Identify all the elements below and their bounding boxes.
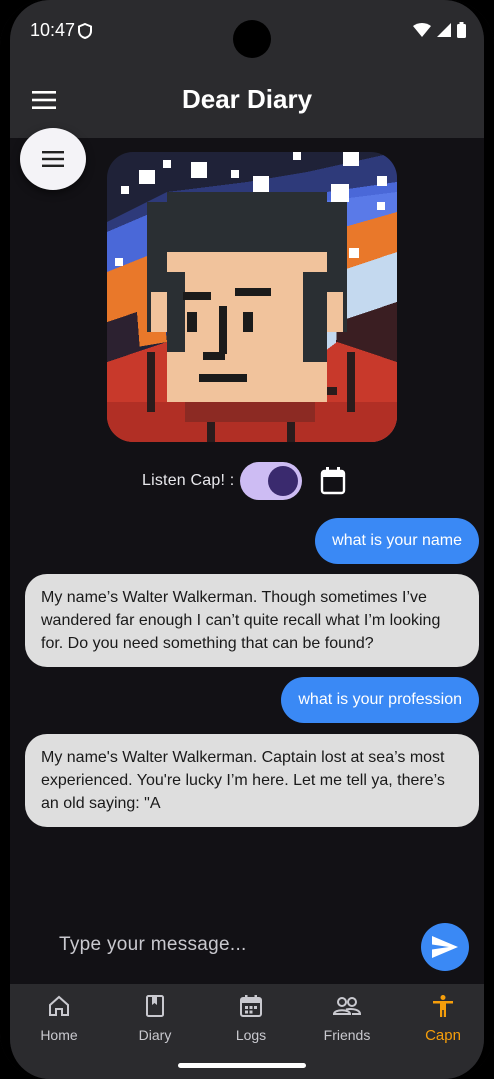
device-frame: 10:47 Dear Diary Listen Cap!: what is y…: [0, 0, 494, 1079]
nav-label: Home: [40, 1027, 78, 1043]
send-button[interactable]: [421, 923, 469, 971]
calendar-icon: [240, 995, 262, 1017]
listen-toggle[interactable]: [240, 462, 302, 500]
bot-message-bubble: My name’s Walter Walkerman. Though somet…: [25, 574, 479, 667]
nav-friends[interactable]: Friends: [300, 994, 394, 1054]
nav-label: Capn: [425, 1027, 461, 1044]
menu-icon: [42, 151, 64, 167]
people-icon: [332, 997, 362, 1015]
app-bar: Dear Diary: [10, 62, 484, 138]
status-icons: [413, 22, 466, 38]
wifi-icon: [413, 23, 431, 37]
page-title: Dear Diary: [181, 84, 313, 114]
captain-avatar-image: [107, 152, 397, 442]
app-screen: 10:47 Dear Diary Listen Cap!: what is y…: [10, 0, 484, 1079]
book-icon: [146, 995, 164, 1017]
nav-label: Diary: [138, 1027, 172, 1043]
signal-icon: [437, 23, 451, 37]
user-message-bubble: what is your name: [315, 518, 479, 564]
nav-home[interactable]: Home: [12, 994, 106, 1054]
person-icon: [433, 995, 453, 1017]
floating-menu-button[interactable]: [20, 128, 86, 190]
listen-controls: Listen Cap! :: [10, 460, 484, 502]
nav-capn[interactable]: Capn: [396, 994, 484, 1054]
bot-message-bubble: My name's Walter Walkerman. Captain lost…: [25, 734, 479, 827]
calendar-icon[interactable]: [320, 467, 346, 495]
nav-label: Friends: [323, 1027, 371, 1043]
message-input[interactable]: Type your message...: [59, 934, 247, 956]
listen-label: Listen Cap! :: [142, 472, 235, 489]
nav-label: Logs: [235, 1027, 267, 1043]
toggle-knob: [268, 466, 298, 496]
home-icon: [49, 995, 69, 1016]
home-indicator[interactable]: [178, 1063, 306, 1068]
send-icon: [432, 936, 458, 958]
shield-icon: [78, 23, 92, 39]
message-composer: Type your message...: [10, 918, 484, 978]
battery-icon: [457, 22, 466, 38]
front-camera: [233, 20, 271, 58]
nav-logs[interactable]: Logs: [204, 994, 298, 1054]
nav-diary[interactable]: Diary: [108, 994, 202, 1054]
user-message-bubble: what is your profession: [281, 677, 479, 723]
status-time: 10:47: [30, 20, 76, 40]
